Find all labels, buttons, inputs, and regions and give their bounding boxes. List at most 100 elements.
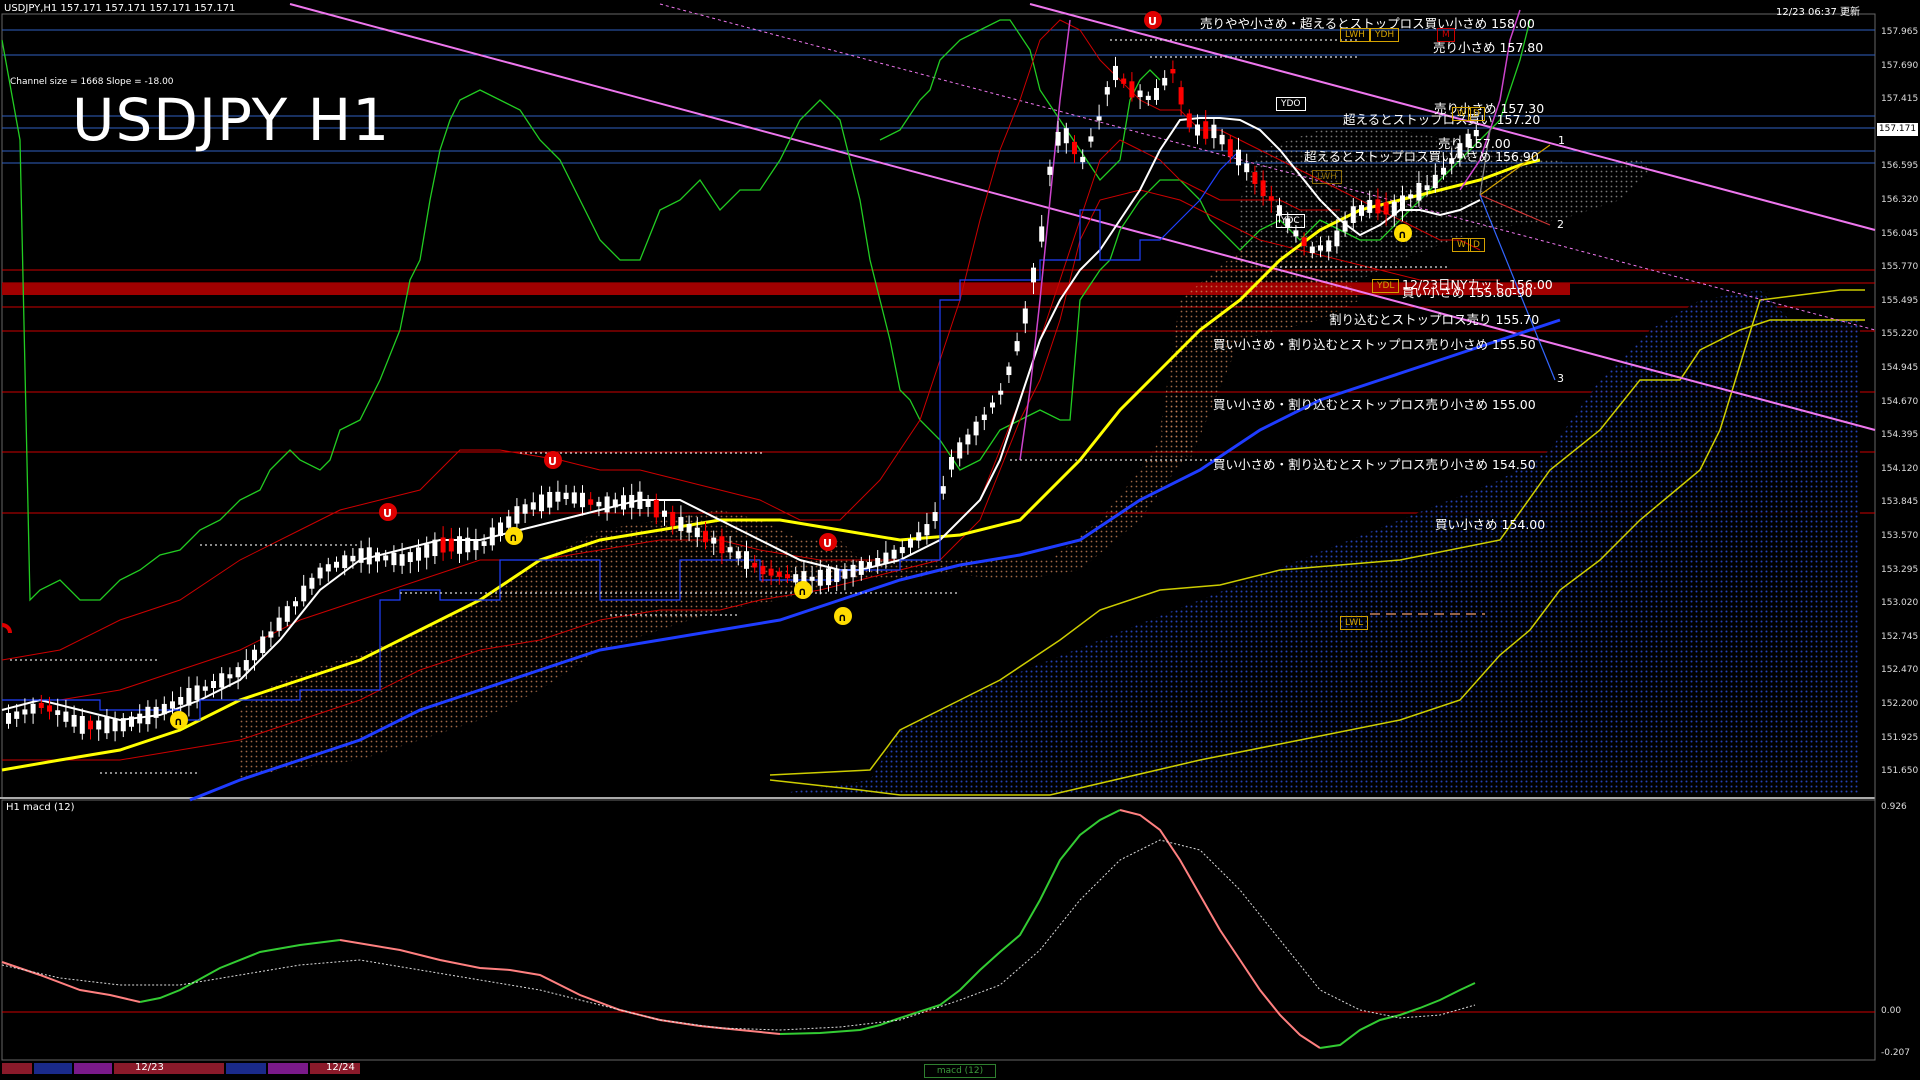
candle-body (539, 494, 544, 512)
candle-body (809, 576, 815, 581)
price-axis-tick: 152.470 (1881, 665, 1919, 676)
price-axis-tick: 157.965 (1881, 27, 1919, 37)
svg-text:∩: ∩ (174, 715, 183, 728)
candle-body (875, 558, 881, 566)
candle-body (670, 511, 676, 526)
macd-tab[interactable]: macd (12) (924, 1064, 996, 1078)
candle-body (350, 555, 356, 562)
wave-2: 2 (1557, 218, 1564, 231)
candle-body (161, 703, 167, 715)
candle-body (883, 552, 889, 564)
candle-body (1236, 149, 1241, 166)
candle-body (711, 537, 717, 544)
ichimoku-cloud (240, 130, 1865, 796)
candle-body (325, 564, 331, 572)
price-axis-tick: 153.295 (1881, 564, 1919, 575)
price-axis-tick: 155.770 (1881, 262, 1919, 273)
svg-text:U: U (548, 455, 557, 468)
tag-ydh: YDH (1370, 28, 1400, 42)
candle-body (1367, 199, 1373, 213)
candle-body (358, 548, 364, 563)
price-axis-tick: 151.925 (1881, 732, 1919, 743)
candle-body (432, 539, 438, 557)
candle-body (1301, 237, 1307, 246)
candle-body (383, 555, 389, 561)
candle-body (120, 718, 126, 732)
candle-body (858, 560, 864, 575)
tag-ydl: YDL (1372, 279, 1400, 293)
svg-text:∩: ∩ (838, 611, 847, 624)
candle-body (735, 551, 741, 559)
candle-body (129, 716, 134, 727)
candle-body (104, 716, 110, 734)
candle-body (1342, 220, 1348, 232)
svg-text:U: U (823, 537, 832, 550)
timeline-seg (74, 1063, 112, 1074)
candle-body (55, 710, 61, 715)
candle-body (719, 536, 725, 554)
candle-body (79, 716, 85, 734)
candle-body (653, 499, 659, 518)
candle-body (1096, 116, 1102, 121)
candle-body (678, 517, 684, 531)
candle-body (1203, 121, 1209, 139)
price-axis-tick: 156.320 (1881, 195, 1919, 205)
candle-body (194, 685, 200, 700)
candle-body (1014, 341, 1020, 352)
candle-body (1137, 90, 1143, 98)
price-axis-tick: 153.845 (1881, 497, 1919, 508)
candle-body (817, 569, 823, 586)
candle-body (645, 500, 651, 507)
candle-body (752, 562, 758, 568)
candle-body (145, 706, 151, 725)
candle-body (637, 491, 643, 509)
macd-segment (339, 939, 781, 1035)
tag-ydo: YDO (1276, 97, 1306, 111)
candle-body (88, 720, 93, 730)
candle-body (1244, 163, 1250, 173)
candle-body (1359, 205, 1364, 216)
candle-body (293, 601, 298, 607)
svg-text:∩: ∩ (1398, 228, 1407, 241)
level-label-155-00: 買い小さめ・割り込むとストップロス売り小さめ 155.00 (1213, 397, 1536, 412)
candle-body (1268, 196, 1274, 201)
candle-body (1424, 185, 1430, 191)
candle-body (571, 492, 577, 504)
candle-body (1047, 166, 1053, 175)
candle-body (768, 568, 774, 576)
price-chart[interactable]: U U U U ∩ ∩ ∩ ∩ ∩ (0, 0, 1920, 1080)
candle-body (1063, 128, 1069, 144)
level-label-154-50: 買い小さめ・割り込むとストップロス売り小さめ 154.50 (1213, 457, 1536, 472)
candle-body (366, 547, 372, 565)
candle-body (399, 554, 405, 566)
projection-line (1019, 19, 1071, 461)
tag-lwh: LWH (1340, 28, 1370, 42)
level-label-156-90: 超えるとストップロス買い小さめ 156.90 (1304, 149, 1539, 164)
candle-body (1375, 199, 1381, 214)
price-axis-tick: 155.220 (1881, 329, 1919, 340)
candle-body (1416, 182, 1422, 201)
candle-body (555, 491, 561, 502)
tag-d-2: D (1468, 238, 1485, 252)
candle-body (498, 522, 503, 536)
candle-body (1211, 124, 1217, 139)
candle-body (416, 547, 421, 561)
timeline-seg (268, 1063, 308, 1074)
price-axis-tick: 155.495 (1881, 295, 1919, 306)
price-axis-tick: 151.650 (1881, 766, 1919, 777)
candle-body (309, 577, 315, 589)
candle-body (473, 539, 479, 551)
candle-body (1006, 366, 1012, 376)
candle-body (391, 552, 397, 566)
macd-panel-frame (1, 799, 1876, 1061)
candle-body (1195, 124, 1200, 136)
candle-body (727, 547, 733, 553)
candle-body (563, 492, 569, 500)
candle-body (30, 703, 36, 714)
candle-body (276, 617, 282, 631)
candle-body (1334, 230, 1340, 247)
macd-segment (779, 809, 1121, 1035)
candle-body (1441, 167, 1446, 175)
candle-body (211, 680, 216, 689)
candle-body (47, 705, 52, 712)
